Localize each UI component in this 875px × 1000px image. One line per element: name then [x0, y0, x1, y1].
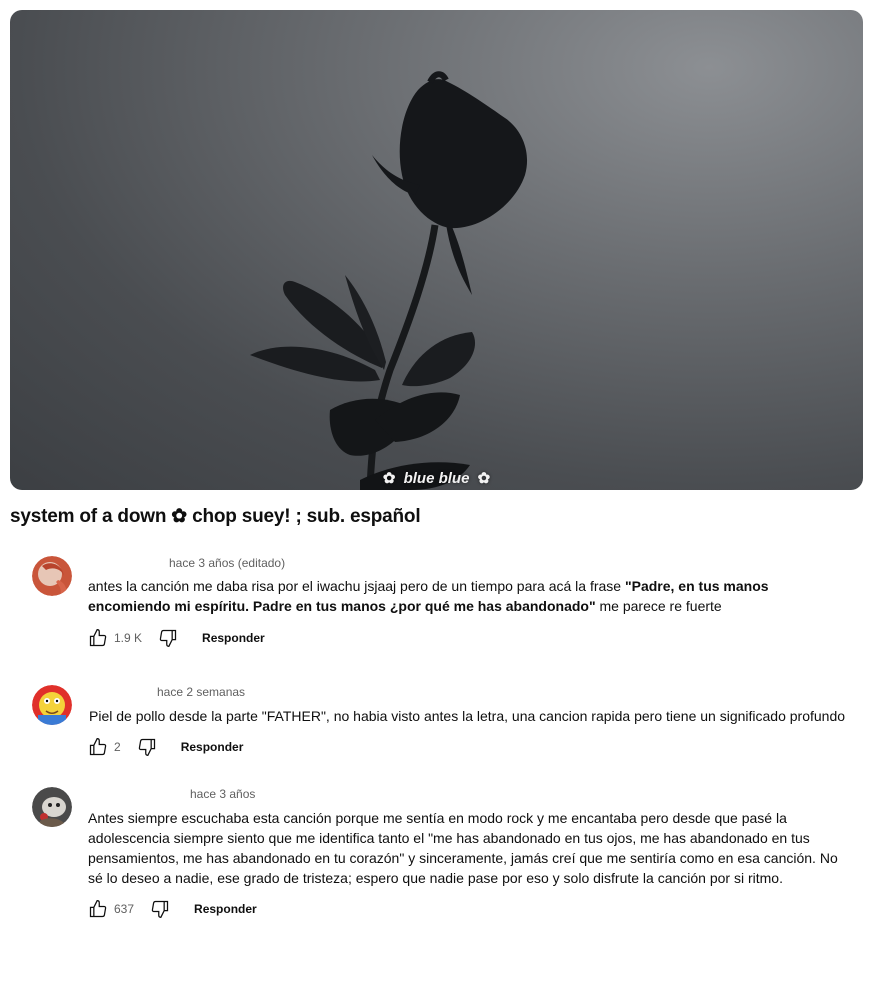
comment-timestamp: hace 3 años (editado): [169, 556, 286, 570]
comment-timestamp: hace 3 años: [190, 787, 256, 801]
reply-button[interactable]: Responder: [202, 631, 265, 645]
flower-icon: ✿: [477, 470, 491, 487]
video-title: system of a down ✿ chop suey! ; sub. esp…: [10, 506, 421, 527]
comment-text: Antes siempre escuchaba esta canción por…: [88, 810, 838, 886]
avatar[interactable]: [32, 556, 72, 596]
reply-button[interactable]: Responder: [194, 902, 257, 916]
video-caption: ✿ blue blue ✿: [10, 469, 863, 487]
caption-text: blue blue: [403, 470, 470, 487]
comment-actions: 2 Responder: [86, 735, 243, 759]
video-player[interactable]: ✿ blue blue ✿: [10, 10, 863, 490]
like-count: 1.9 K: [114, 631, 143, 645]
avatar[interactable]: [32, 787, 72, 827]
comment-text-tail: me parece re fuerte: [595, 598, 722, 614]
flower-icon: ✿: [382, 470, 396, 487]
comment-actions: 637 Responder: [86, 897, 257, 921]
thumbs-up-icon[interactable]: [86, 626, 110, 650]
comment-text: antes la canción me daba risa por el iwa…: [88, 576, 848, 616]
rose-image: [250, 71, 528, 490]
comment-text: Piel de pollo desde la parte "FATHER", n…: [89, 708, 846, 724]
thumbs-down-icon[interactable]: [156, 626, 180, 650]
avatar[interactable]: [32, 685, 72, 725]
thumbs-down-icon[interactable]: [148, 897, 172, 921]
like-count: 2: [114, 740, 121, 754]
thumbs-up-icon[interactable]: [86, 897, 110, 921]
thumbs-up-icon[interactable]: [86, 735, 110, 759]
comment-text-plain: antes la canción me daba risa por el iwa…: [88, 578, 625, 594]
comment-actions: 1.9 K Responder: [86, 626, 265, 650]
reply-button[interactable]: Responder: [181, 740, 244, 754]
thumbs-down-icon[interactable]: [135, 735, 159, 759]
like-count: 637: [114, 902, 135, 916]
comment-timestamp: hace 2 semanas: [157, 685, 246, 699]
